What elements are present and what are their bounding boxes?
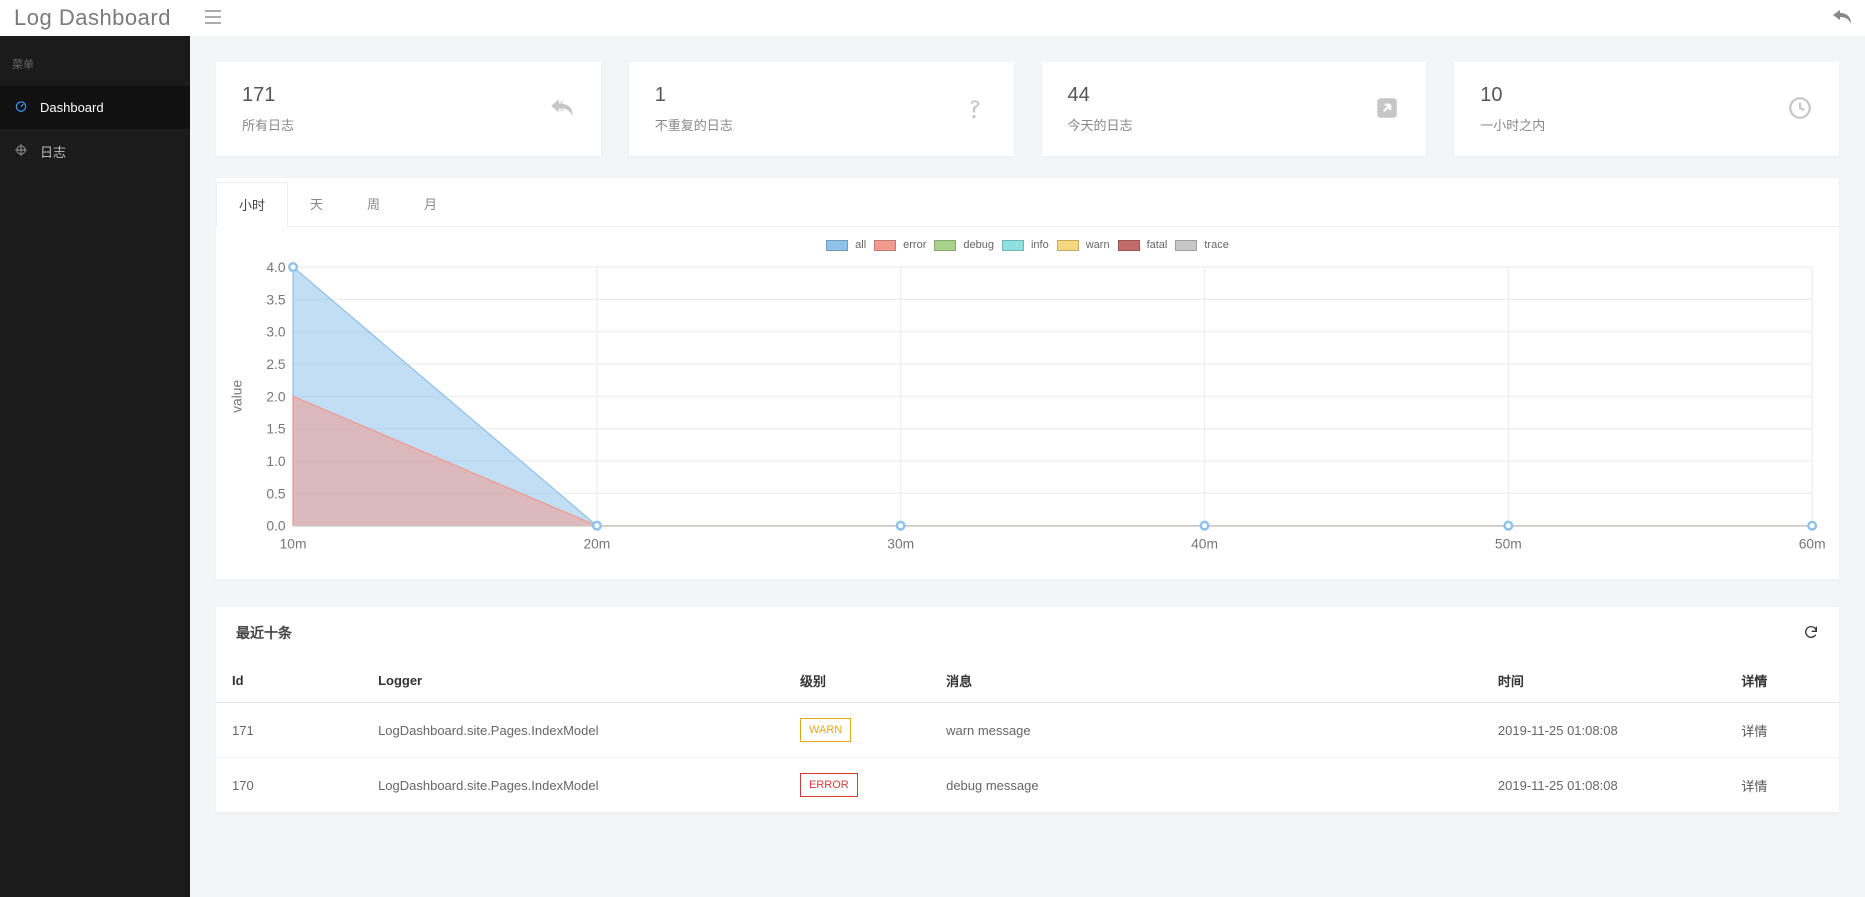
svg-text:3.0: 3.0 [266,324,286,340]
svg-text:0.5: 0.5 [266,485,286,501]
svg-text:30m: 30m [887,535,914,551]
svg-text:60m: 60m [1799,535,1826,551]
stat-card-today[interactable]: 44 今天的日志 [1042,62,1427,156]
legend-item-warn[interactable]: warn [1057,239,1110,251]
chart-tabs: 小时天周月 [216,178,1839,227]
sidebar-item-logs[interactable]: 日志 [0,129,190,174]
stat-card-all[interactable]: 171 所有日志 [216,62,601,156]
main-content: 171 所有日志 1 不重复的日志 44 今天的日志 [190,36,1865,897]
cell-level: ERROR [784,758,930,813]
refresh-icon[interactable] [1803,624,1819,643]
reply-all-icon [549,95,575,124]
sidebar: 菜单 Dashboard 日志 [0,36,190,897]
svg-text:2.0: 2.0 [266,388,286,404]
col-id: Id [216,659,362,703]
stat-card-unique[interactable]: 1 不重复的日志 [629,62,1014,156]
legend-item-debug[interactable]: debug [934,239,994,251]
svg-text:3.5: 3.5 [266,291,286,307]
sidebar-item-label: 日志 [40,142,66,161]
legend-item-fatal[interactable]: fatal [1118,239,1168,251]
reply-icon[interactable] [1833,10,1851,27]
gauge-icon [14,99,28,116]
detail-link[interactable]: 详情 [1741,779,1767,794]
svg-text:value: value [229,380,245,413]
sidebar-item-label: Dashboard [40,100,104,115]
target-icon [14,143,28,160]
stat-value: 171 [242,84,549,107]
cell-logger: LogDashboard.site.Pages.IndexModel [362,703,784,758]
col-msg: 消息 [930,659,1482,703]
stat-value: 44 [1068,84,1375,107]
cell-id: 170 [216,758,362,813]
recent-table: Id Logger 级别 消息 时间 详情 171LogDashboard.si… [216,659,1839,813]
stat-caption: 今天的日志 [1068,115,1375,134]
table-row: 170LogDashboard.site.Pages.IndexModel ERR… [216,758,1839,813]
legend-item-all[interactable]: all [826,239,866,251]
level-badge: WARN [800,718,851,742]
cell-msg: warn message [930,703,1482,758]
stat-caption: 一小时之内 [1480,115,1787,134]
clock-icon [1787,95,1813,124]
tab-1[interactable]: 天 [288,182,345,226]
stat-value: 1 [655,84,962,107]
stat-value: 10 [1480,84,1787,107]
sidebar-item-dashboard[interactable]: Dashboard [0,86,190,129]
hamburger-icon[interactable] [205,10,221,27]
share-icon [1374,95,1400,124]
topbar: Log Dashboard [0,0,1865,36]
svg-text:10m: 10m [280,535,307,551]
brand-title: Log Dashboard [14,5,171,31]
svg-text:1.0: 1.0 [266,453,286,469]
legend-item-error[interactable]: error [874,239,926,251]
col-detail: 详情 [1725,659,1839,703]
tab-3[interactable]: 月 [402,182,459,226]
cell-time: 2019-11-25 01:08:08 [1482,703,1725,758]
svg-text:0.0: 0.0 [266,518,286,534]
cell-level: WARN [784,703,930,758]
legend-item-trace[interactable]: trace [1175,239,1228,251]
detail-link[interactable]: 详情 [1741,724,1767,739]
cell-time: 2019-11-25 01:08:08 [1482,758,1725,813]
cell-msg: debug message [930,758,1482,813]
question-icon [962,95,988,124]
col-time: 时间 [1482,659,1725,703]
col-logger: Logger [362,659,784,703]
svg-text:2.5: 2.5 [266,356,286,372]
stat-cards-row: 171 所有日志 1 不重复的日志 44 今天的日志 [216,62,1839,156]
svg-text:20m: 20m [583,535,610,551]
legend-item-info[interactable]: info [1002,239,1049,251]
svg-text:1.5: 1.5 [266,421,286,437]
svg-text:40m: 40m [1191,535,1218,551]
tab-2[interactable]: 周 [345,182,402,226]
stat-caption: 所有日志 [242,115,549,134]
chart-card: 小时天周月 all error debug info warn fatal trace 0.… [216,178,1839,579]
svg-text:4.0: 4.0 [266,259,286,275]
chart-area[interactable]: 0.0 0.5 1.0 1.5 2.0 2.5 3.0 3.5 4.0 10m 20m 30m 40m 5… [224,257,1831,558]
recent-title: 最近十条 [236,623,1803,643]
level-badge: ERROR [800,773,858,797]
cell-id: 171 [216,703,362,758]
stat-card-hour[interactable]: 10 一小时之内 [1454,62,1839,156]
svg-text:50m: 50m [1495,535,1522,551]
tab-0[interactable]: 小时 [216,182,288,227]
col-level: 级别 [784,659,930,703]
chart-legend: all error debug info warn fatal trace [224,239,1831,251]
recent-table-card: 最近十条 Id Logger 级别 消息 时间 详情 171LogDash [216,607,1839,813]
cell-logger: LogDashboard.site.Pages.IndexModel [362,758,784,813]
sidebar-menu-label: 菜单 [0,52,190,86]
table-row: 171LogDashboard.site.Pages.IndexModel WAR… [216,703,1839,758]
stat-caption: 不重复的日志 [655,115,962,134]
